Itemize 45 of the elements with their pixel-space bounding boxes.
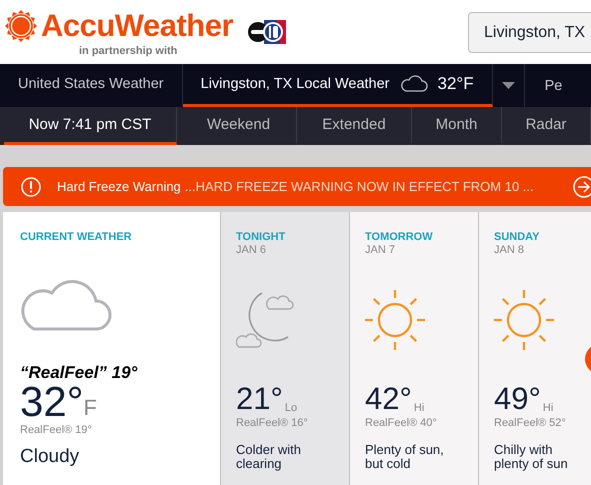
realfeel-text: RealFeel® 40° [365, 417, 438, 429]
card-title: TONIGHT [236, 231, 286, 243]
temperature-unit: F [84, 395, 97, 421]
subnav-tab[interactable]: Extended [297, 107, 412, 145]
temperature: 42° [365, 384, 412, 414]
nav-temperature: 32°F [438, 74, 474, 94]
card-date: JAN 7 [365, 244, 396, 256]
temperature: 21° [236, 384, 283, 414]
weather-phrase: Plenty of sun, but cold [365, 443, 445, 471]
temperature-unit: Hi [414, 402, 424, 414]
subnav-tab[interactable]: Month [412, 107, 502, 145]
alert-icon [21, 176, 41, 196]
alert-headline: Hard Freeze Warning [57, 179, 181, 194]
partner-text: in partnership with [79, 45, 178, 57]
weather-phrase: Colder with clearing [236, 443, 302, 471]
location-button[interactable]: Livingston, TX [468, 12, 591, 53]
card-date: JAN 6 [236, 244, 267, 256]
temperature: 32° [20, 383, 84, 421]
sun-icon [365, 290, 425, 350]
weather-phrase: Chilly with plenty of sun [494, 443, 569, 471]
sun-logo-icon [5, 10, 37, 42]
arrow-right-icon [573, 176, 591, 198]
brand-name: AccuWeather [41, 8, 234, 44]
realfeel-headline: “RealFeel” 19° [20, 363, 138, 383]
card-title: SUNDAY [494, 231, 540, 243]
temperature: 49° [494, 384, 541, 414]
weather-phrase: Cloudy [20, 446, 80, 468]
realfeel-text: RealFeel® 52° [494, 417, 567, 429]
card-date: JAN 8 [494, 244, 525, 256]
card-title: CURRENT WEATHER [20, 231, 133, 243]
subnav-tab[interactable]: Radar [502, 107, 591, 145]
sun-icon [494, 290, 554, 350]
subnav-tab[interactable]: Now 7:41 pm CST [4, 107, 177, 145]
realfeel-text: RealFeel® 16° [236, 417, 309, 429]
alert-message: ...HARD FREEZE WARNING NOW IN EFFECT FROM 10 ... [184, 179, 534, 194]
temperature-unit: Hi [542, 402, 554, 414]
channel-logo-icon [247, 18, 288, 46]
caret-icon [502, 82, 515, 90]
nav-tab[interactable]: Pe [544, 78, 562, 94]
alert-bar[interactable]: Hard Freeze Warning ...HARD FREEZE WARNING NOW IN EFFECT FROM 10 ... [3, 167, 591, 206]
cloud-icon [400, 75, 428, 93]
realfeel-text: RealFeel® 19° [20, 424, 93, 436]
card-title: TOMORROW [365, 231, 434, 243]
subnav-tab[interactable]: Weekend [181, 107, 297, 145]
temperature-unit: Lo [284, 402, 298, 414]
